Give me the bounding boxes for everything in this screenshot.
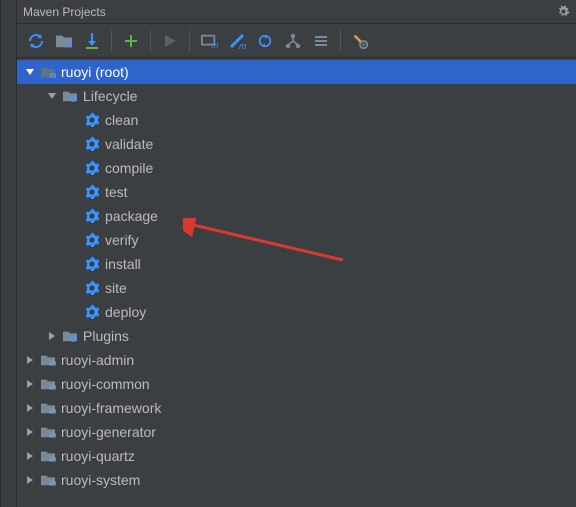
chevron-right-icon [23,473,37,487]
maven-module-icon: m [39,375,57,393]
maven-settings-button[interactable] [347,28,373,54]
gear-icon [83,111,101,129]
svg-text:m: m [50,479,56,487]
chevron-right-icon [23,401,37,415]
chevron-right-icon [45,329,59,343]
gear-icon [83,279,101,297]
node-label: Lifecycle [83,88,137,104]
chevron-right-icon [23,377,37,391]
panel-title: Maven Projects [23,0,106,24]
node-label: ruoyi-quartz [61,448,135,464]
node-label: clean [105,112,138,128]
maven-module-icon: m [39,471,57,489]
folder-gear-icon [61,327,79,345]
gear-icon [83,255,101,273]
chevron-right-icon [23,353,37,367]
node-label: ruoyi-admin [61,352,134,368]
show-dependencies-button[interactable] [280,28,306,54]
toolbar: m m m [1,24,576,58]
module-node-ruoyi-common[interactable]: m ruoyi-common [17,372,576,396]
node-label: install [105,256,141,272]
lifecycle-goal-site[interactable]: site [17,276,576,300]
maven-module-icon: m [39,423,57,441]
svg-text:m: m [50,407,56,415]
module-node-ruoyi-generator[interactable]: m ruoyi-generator [17,420,576,444]
download-button[interactable] [79,28,105,54]
module-node-ruoyi-system[interactable]: m ruoyi-system [17,468,576,492]
lifecycle-goal-install[interactable]: install [17,252,576,276]
node-label: ruoyi-framework [61,400,161,416]
module-node-ruoyi-quartz[interactable]: m ruoyi-quartz [17,444,576,468]
module-node-ruoyi-admin[interactable]: m ruoyi-admin [17,348,576,372]
gear-icon [83,135,101,153]
lifecycle-goal-verify[interactable]: verify [17,228,576,252]
maven-module-icon: m [39,399,57,417]
maven-module-icon: m [39,63,57,81]
sync-button[interactable] [252,28,278,54]
toggle-skip-tests-button[interactable]: m [224,28,250,54]
lifecycle-goal-compile[interactable]: compile [17,156,576,180]
maven-tree: m ruoyi (root) Lifecycle clean validate co… [17,58,576,492]
svg-text:m: m [50,431,56,439]
lifecycle-goal-validate[interactable]: validate [17,132,576,156]
gear-icon [83,183,101,201]
svg-text:m: m [212,41,218,49]
node-label: package [105,208,158,224]
gear-icon [83,303,101,321]
add-button[interactable] [118,28,144,54]
maven-module-icon: m [39,351,57,369]
chevron-right-icon [23,425,37,439]
node-label: ruoyi-system [61,472,140,488]
generate-sources-button[interactable]: m [51,28,77,54]
lifecycle-goal-clean[interactable]: clean [17,108,576,132]
chevron-right-icon [23,449,37,463]
gear-icon [83,207,101,225]
node-label: ruoyi (root) [61,64,129,80]
node-label: validate [105,136,153,152]
folder-gear-icon [61,87,79,105]
lifecycle-goal-deploy[interactable]: deploy [17,300,576,324]
refresh-button[interactable] [23,28,49,54]
lifecycle-node[interactable]: Lifecycle [17,84,576,108]
project-root-node[interactable]: m ruoyi (root) [17,60,576,84]
node-label: ruoyi-common [61,376,150,392]
chevron-down-icon [23,65,37,79]
gear-icon [83,159,101,177]
svg-text:m: m [50,455,56,463]
module-node-ruoyi-framework[interactable]: m ruoyi-framework [17,396,576,420]
svg-text:m: m [50,71,56,79]
gear-icon [83,231,101,249]
node-label: Plugins [83,328,129,344]
execute-goal-button[interactable]: m [196,28,222,54]
svg-text:m: m [239,41,246,50]
node-label: test [105,184,128,200]
node-label: site [105,280,127,296]
plugins-node[interactable]: Plugins [17,324,576,348]
svg-text:m: m [50,359,56,367]
lifecycle-goal-test[interactable]: test [17,180,576,204]
panel-gear-icon[interactable] [557,5,570,18]
run-button[interactable] [157,28,183,54]
svg-text:m: m [50,383,56,391]
node-label: compile [105,160,153,176]
maven-module-icon: m [39,447,57,465]
svg-text:m: m [66,41,73,49]
collapse-all-button[interactable] [308,28,334,54]
lifecycle-goal-package[interactable]: package [17,204,576,228]
chevron-down-icon [45,89,59,103]
node-label: verify [105,232,138,248]
node-label: ruoyi-generator [61,424,156,440]
panel-title-bar: Maven Projects [1,0,576,24]
node-label: deploy [105,304,146,320]
